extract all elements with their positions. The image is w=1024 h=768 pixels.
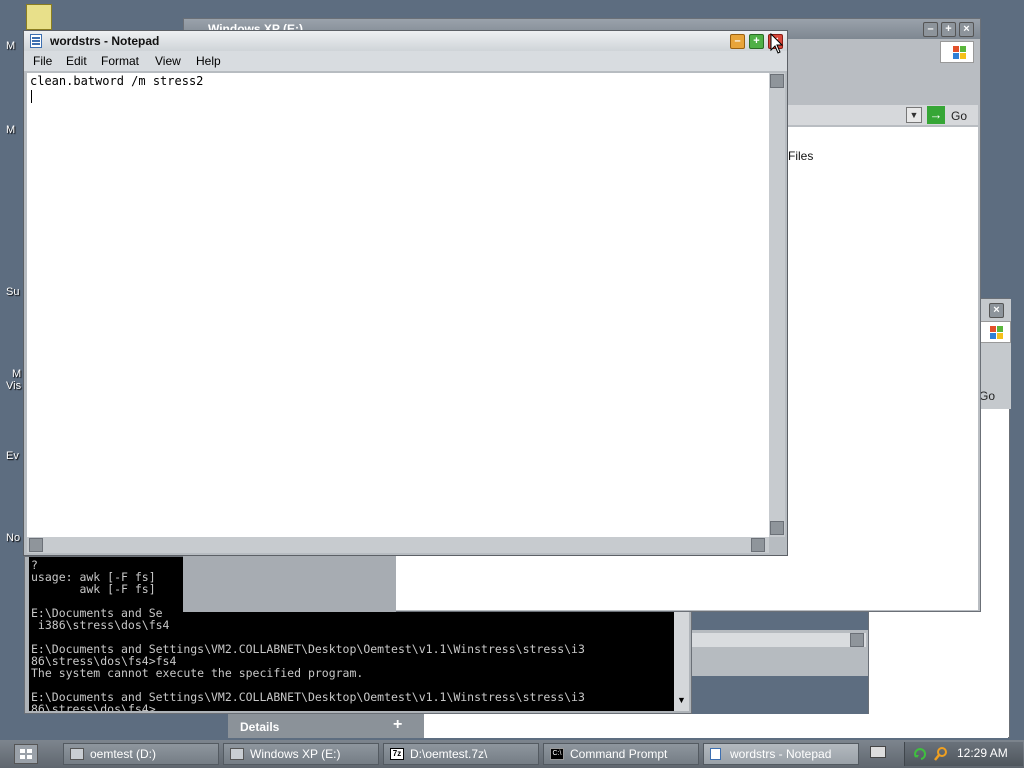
scroll-up-icon[interactable] [770, 74, 784, 88]
menu-view[interactable]: View [155, 54, 181, 68]
start-button[interactable] [14, 744, 38, 764]
go-button[interactable]: Go [951, 109, 967, 123]
desktop-icon[interactable] [26, 4, 52, 30]
minimize-icon[interactable]: – [923, 22, 938, 37]
scroll-down-icon[interactable] [770, 521, 784, 535]
desktop-label[interactable]: M [6, 124, 15, 136]
cmd-icon: C:\ [550, 748, 564, 760]
horizontal-scrollbar[interactable] [27, 537, 769, 553]
7zip-icon: 7z [390, 748, 404, 760]
desktop-label[interactable]: Ev [6, 450, 19, 462]
windows-logo-icon [940, 41, 974, 63]
horizontal-scrollbar[interactable] [692, 633, 866, 647]
search-icon[interactable] [933, 746, 949, 762]
taskbar-item-label: wordstrs - Notepad [730, 747, 832, 761]
taskbar-item-label: Command Prompt [570, 747, 668, 761]
system-tray: 12:29 AM [904, 742, 1023, 766]
maximize-icon[interactable]: + [749, 34, 764, 49]
scroll-down-icon[interactable]: ▼ [677, 695, 686, 705]
close-icon[interactable]: × [989, 303, 1004, 318]
editor-line: clean.batword /m stress2 [30, 74, 204, 88]
menu-help[interactable]: Help [196, 54, 221, 68]
details-panel-header[interactable]: Details + [228, 714, 424, 738]
close-icon[interactable]: × [959, 22, 974, 37]
desktop-label[interactable]: Vis [6, 380, 21, 392]
menu-edit[interactable]: Edit [66, 54, 87, 68]
expand-icon[interactable]: + [393, 716, 402, 734]
desktop-label[interactable]: M [12, 368, 21, 380]
resize-grip[interactable] [769, 537, 785, 553]
desktop-label[interactable]: Su [6, 286, 19, 298]
notepad-icon [710, 748, 721, 760]
files-text: Files [788, 149, 814, 163]
drive-icon [230, 748, 244, 760]
cursor-icon [770, 33, 784, 54]
lower-pane [424, 714, 1008, 738]
window-title: wordstrs - Notepad [50, 34, 160, 48]
taskbar-item[interactable]: Windows XP (E:) [223, 743, 379, 765]
go-arrow-icon[interactable]: → [927, 106, 945, 124]
scroll-right-icon[interactable] [850, 633, 864, 647]
text-editor[interactable]: clean.batword /m stress2 [27, 73, 769, 537]
menu-bar: File Edit Format View Help [24, 51, 787, 71]
network-icon[interactable] [913, 746, 929, 762]
menu-format[interactable]: Format [101, 54, 139, 68]
taskbar-item[interactable]: C:\ Command Prompt [543, 743, 699, 765]
desktop-label[interactable]: No [6, 532, 20, 544]
chevron-down-icon[interactable]: ▼ [906, 107, 922, 123]
file-list[interactable] [782, 127, 978, 609]
keyboard-icon[interactable] [870, 746, 886, 758]
explorer-task-pane [183, 556, 396, 612]
desktop-label[interactable]: M [6, 40, 15, 52]
taskbar-item[interactable]: oemtest (D:) [63, 743, 219, 765]
notepad-icon [30, 34, 42, 48]
notepad-window[interactable]: wordstrs - Notepad – + × File Edit Forma… [23, 30, 788, 556]
minimize-icon[interactable]: – [730, 34, 745, 49]
go-label[interactable]: Go [979, 389, 995, 403]
title-bar[interactable]: wordstrs - Notepad – + × [24, 31, 787, 51]
taskbar-item-active[interactable]: wordstrs - Notepad [703, 743, 859, 765]
details-label: Details [240, 720, 280, 734]
taskbar-item-label: oemtest (D:) [90, 747, 157, 761]
taskbar-item[interactable]: 7z D:\oemtest.7z\ [383, 743, 539, 765]
windows-logo-icon [977, 321, 1011, 343]
maximize-icon[interactable]: + [941, 22, 956, 37]
address-bar[interactable] [782, 105, 978, 125]
drive-icon [70, 748, 84, 760]
taskbar-item-label: D:\oemtest.7z\ [410, 747, 488, 761]
clock[interactable]: 12:29 AM [957, 746, 1008, 760]
explorer-content-pane [396, 556, 978, 610]
vertical-scrollbar[interactable] [769, 73, 785, 537]
menu-file[interactable]: File [33, 54, 52, 68]
scroll-left-icon[interactable] [29, 538, 43, 552]
taskbar-item-label: Windows XP (E:) [250, 747, 341, 761]
scroll-right-icon[interactable] [751, 538, 765, 552]
text-caret [31, 90, 32, 103]
